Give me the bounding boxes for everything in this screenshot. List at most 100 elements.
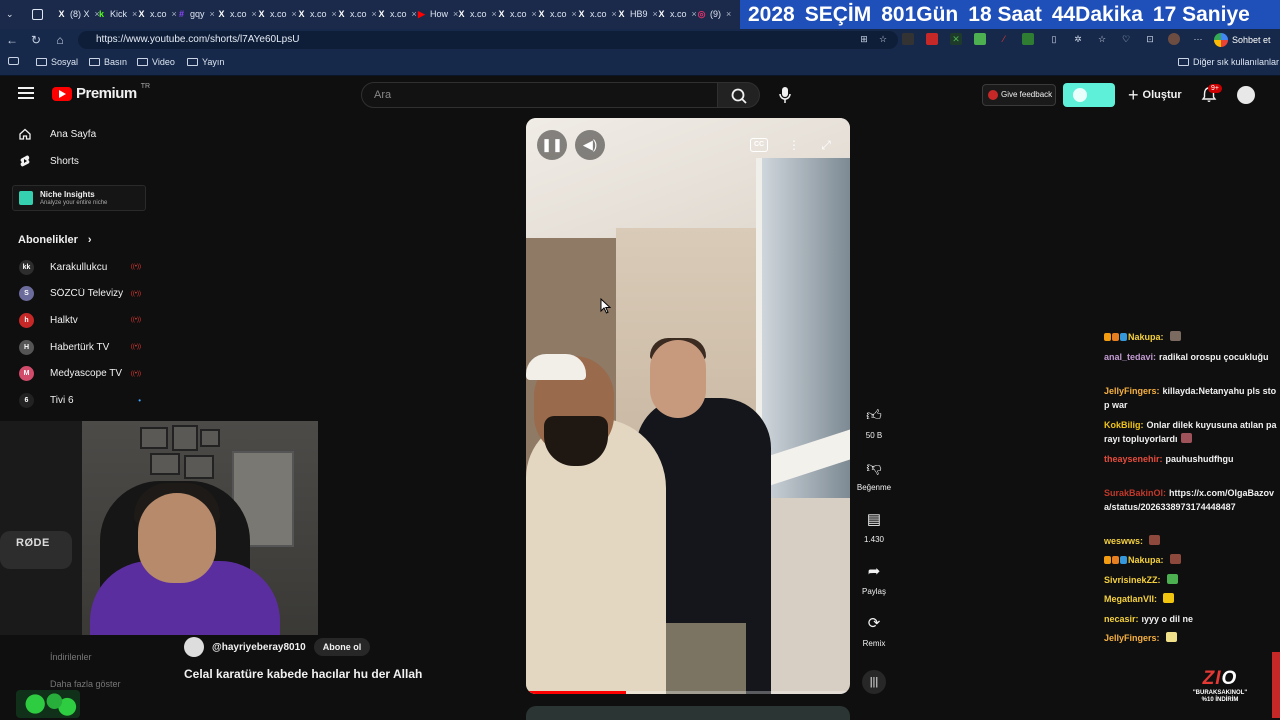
video-title[interactable]: Celal karatüre kabede hacılar hu der All…: [184, 667, 422, 681]
browser-tab[interactable]: Xx.co ×: [296, 5, 336, 23]
browser-tab[interactable]: Xx.co ×: [456, 5, 496, 23]
browser-tab[interactable]: # gqy ×: [176, 5, 215, 23]
sidebar-item-home[interactable]: Ana Sayfa: [18, 123, 96, 145]
browser-tab[interactable]: Xx.co ×: [656, 5, 696, 23]
subscription-item[interactable]: H Habertürk TV ((•)): [19, 338, 141, 356]
more-menu-icon[interactable]: ⋯: [1192, 33, 1204, 45]
dislike-button[interactable]: 👎︎ Beğenme: [852, 456, 896, 492]
sidebar-item-downloads[interactable]: İndirilenler: [50, 652, 92, 662]
pause-button[interactable]: ❚❚: [537, 130, 567, 160]
comment-button[interactable]: ▤ 1.430: [852, 508, 896, 544]
browser-tab[interactable]: ◎ (9) ×: [696, 5, 732, 23]
niche-insights-widget[interactable]: Niche Insights Analyze your entire niche: [12, 185, 146, 211]
browser-tab[interactable]: X HB9 ×: [616, 5, 657, 23]
subscription-item[interactable]: kk Karakullukcu ((•)): [19, 258, 141, 276]
chat-username[interactable]: Nakupa:: [1128, 332, 1164, 342]
chat-username[interactable]: MegatlanVII:: [1104, 594, 1157, 604]
chat-username[interactable]: anal_tedavi:: [1104, 352, 1156, 362]
profile-avatar[interactable]: [1168, 33, 1180, 45]
channel-name[interactable]: @hayriyeberay8010: [212, 642, 306, 653]
sidebar-show-more[interactable]: Daha fazla göster: [50, 679, 121, 689]
extension-icon[interactable]: [926, 33, 938, 45]
extension-toggle[interactable]: [1063, 83, 1115, 107]
volume-button[interactable]: ◀): [575, 130, 605, 160]
remix-button[interactable]: ⟳ Remix: [852, 612, 896, 648]
workspace-icon[interactable]: [32, 5, 43, 23]
subscription-item[interactable]: M Medyascope TV ((•)): [19, 365, 141, 383]
share-button[interactable]: ➦ Paylaş: [852, 560, 896, 596]
chat-username[interactable]: SivrisinekZZ:: [1104, 575, 1161, 585]
browser-tab[interactable]: Xx.co ×: [576, 5, 616, 23]
subscription-item[interactable]: S SÖZCÜ Televizyo... ((•)): [19, 285, 141, 303]
folder-icon: [1178, 58, 1189, 66]
search-input[interactable]: Ara: [361, 82, 718, 108]
tab-close-icon[interactable]: ×: [210, 9, 215, 19]
collections-icon[interactable]: ♡: [1120, 33, 1132, 45]
youtube-premium-logo[interactable]: Premium TR: [52, 83, 150, 102]
browser-tab[interactable]: Xx.co ×: [496, 5, 536, 23]
extension-icon[interactable]: [902, 33, 914, 45]
chat-username[interactable]: necasir:: [1104, 614, 1139, 624]
tab-close-icon[interactable]: ×: [726, 9, 731, 19]
home-button[interactable]: ⌂: [52, 32, 68, 48]
extension-icon[interactable]: [974, 33, 986, 45]
subscribe-button[interactable]: Abone ol: [313, 638, 371, 656]
browser-tab[interactable]: Xx.co ×: [256, 5, 296, 23]
extension-icon[interactable]: [1022, 33, 1034, 45]
browser-tab[interactable]: Xx.co ×: [136, 5, 176, 23]
browser-tab[interactable]: X (8) X ×: [56, 5, 99, 23]
subscription-item[interactable]: h Halktv ((•)): [19, 311, 141, 329]
video-progress-bar[interactable]: [526, 691, 850, 694]
chat-username[interactable]: weswws:: [1104, 536, 1143, 546]
subscriptions-title: Abonelikler: [18, 234, 78, 246]
bookmark-folder[interactable]: Yayın: [187, 57, 224, 67]
chat-username[interactable]: JellyFingers:: [1104, 386, 1160, 396]
fullscreen-icon[interactable]: ⤢: [814, 133, 838, 157]
url-field[interactable]: https://www.youtube.com/shorts/l7AYe60Lp…: [78, 31, 898, 49]
shorts-video-player[interactable]: ❚❚ ◀) CC ⋮ ⤢: [526, 118, 850, 694]
sidebar-toggle-icon[interactable]: [8, 57, 19, 65]
bookmark-folder[interactable]: Sosyal: [36, 57, 78, 67]
bookmark-folder[interactable]: Basın: [89, 57, 127, 67]
captions-button[interactable]: CC: [750, 138, 768, 152]
account-avatar[interactable]: [1237, 86, 1255, 104]
extensions-puzzle-icon[interactable]: ✲: [1072, 33, 1084, 45]
sidebar-item-shorts[interactable]: Shorts: [18, 150, 79, 172]
browser-tab[interactable]: Xx.co ×: [336, 5, 376, 23]
chat-username[interactable]: SurakBakinOl:: [1104, 488, 1166, 498]
like-button[interactable]: 👍︎ 50 B: [852, 404, 896, 440]
search-button[interactable]: [718, 82, 760, 108]
browser-essentials-icon[interactable]: ⊡: [1144, 33, 1156, 45]
bookmark-folder[interactable]: Video: [137, 57, 175, 67]
favorite-star-icon[interactable]: ☆: [877, 33, 889, 45]
more-options-icon[interactable]: ⋮: [782, 133, 806, 157]
browser-tab[interactable]: ▶ How ×: [416, 5, 458, 23]
create-button[interactable]: + Oluştur: [1128, 84, 1182, 106]
next-short-preview[interactable]: [526, 706, 850, 720]
tab-list-button[interactable]: ⌄: [6, 5, 14, 23]
chat-username[interactable]: theaysenehir:: [1104, 454, 1163, 464]
browser-tab[interactable]: Xx.co ×: [376, 5, 416, 23]
chat-username[interactable]: Nakupa:: [1128, 555, 1164, 565]
browser-tab[interactable]: Xx.co ×: [216, 5, 256, 23]
sound-visualizer-button[interactable]: |||: [852, 670, 896, 694]
channel-avatar[interactable]: [184, 637, 204, 657]
voice-search-button[interactable]: [772, 82, 798, 108]
app-icon[interactable]: ⊞: [858, 33, 870, 45]
browser-tab[interactable]: k Kick ×: [96, 5, 137, 23]
other-bookmarks-folder[interactable]: Diğer sık kullanılanlar: [1178, 57, 1279, 67]
subscription-item[interactable]: 6 Tivi 6 •: [19, 392, 141, 410]
split-view-icon[interactable]: ▯: [1048, 33, 1060, 45]
back-button[interactable]: ←: [4, 32, 20, 48]
chat-username[interactable]: KokBilig:: [1104, 420, 1144, 430]
menu-icon[interactable]: [18, 87, 34, 101]
give-feedback-button[interactable]: Give feedback: [982, 84, 1056, 106]
copilot-chat-button[interactable]: Sohbet et: [1214, 31, 1271, 49]
subscriptions-header[interactable]: Abonelikler ›: [18, 234, 92, 246]
extension-icon[interactable]: ⁄: [998, 33, 1010, 45]
favorites-icon[interactable]: ☆: [1096, 33, 1108, 45]
chat-username[interactable]: JellyFingers:: [1104, 633, 1160, 643]
extension-icon[interactable]: ✕: [950, 33, 962, 45]
reload-button[interactable]: ↻: [28, 32, 44, 48]
browser-tab[interactable]: Xx.co ×: [536, 5, 576, 23]
